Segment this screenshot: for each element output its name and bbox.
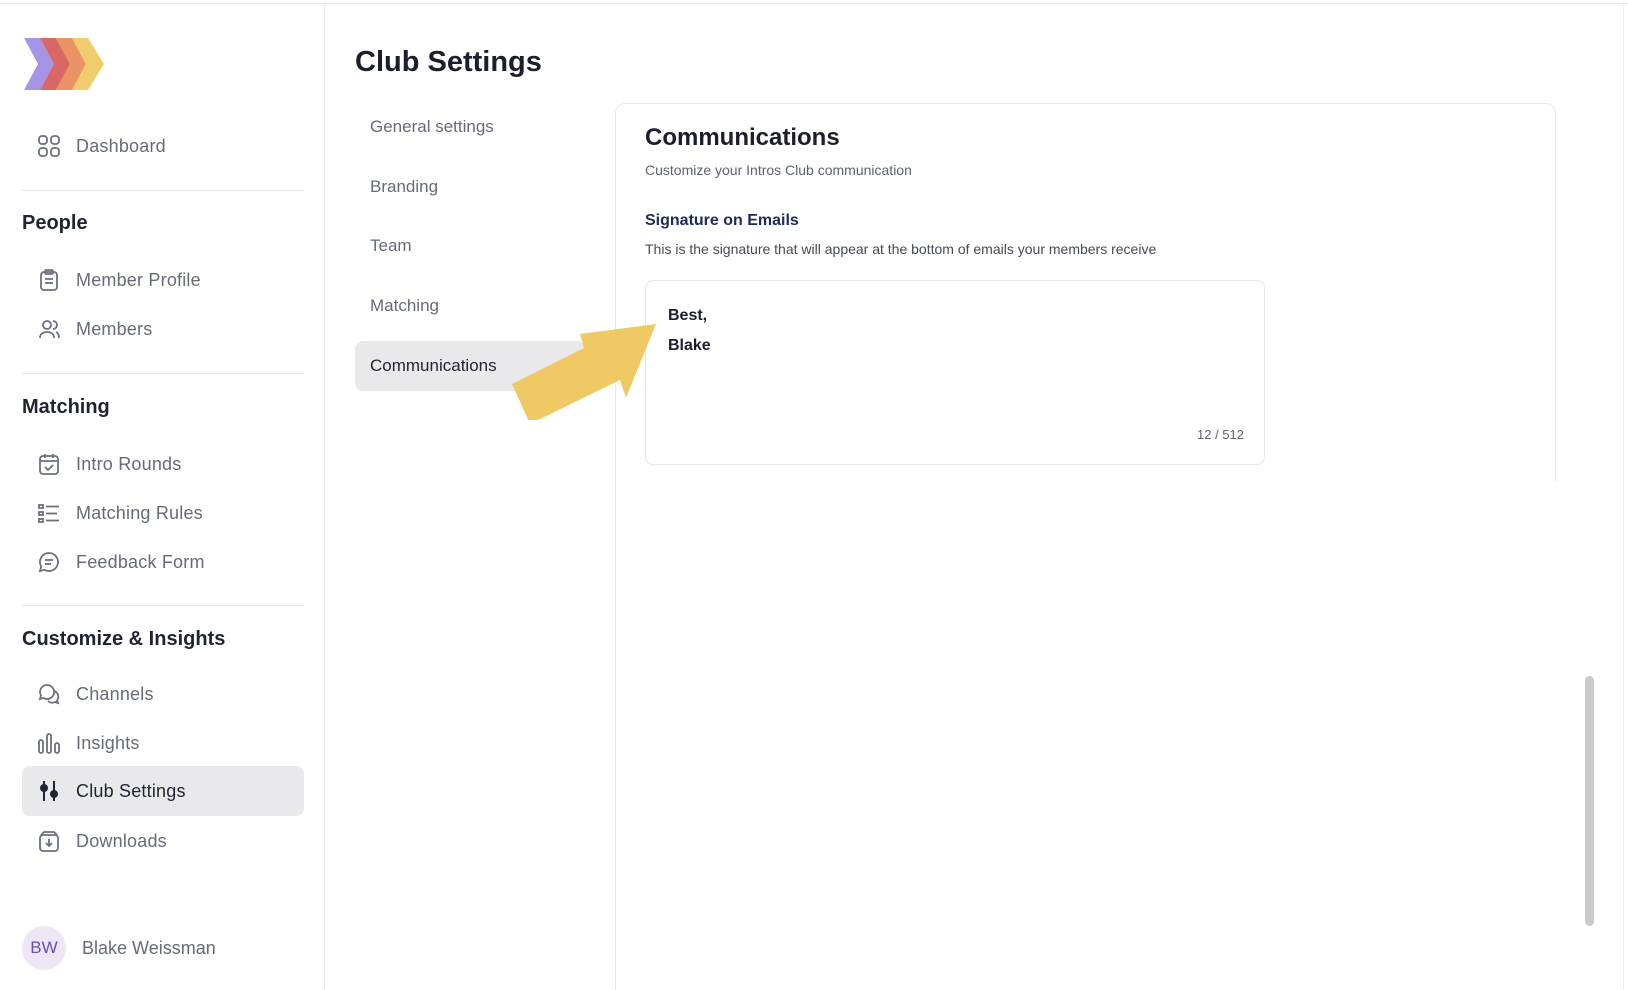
sidebar-item-feedback-form[interactable]: Feedback Form: [22, 537, 304, 587]
sidebar-item-intro-rounds[interactable]: Intro Rounds: [22, 439, 304, 489]
signature-line: Blake: [668, 337, 711, 354]
signature-description: This is the signature that will appear a…: [645, 241, 1157, 257]
user-profile[interactable]: BW Blake Weissman: [22, 926, 216, 970]
sidebar-item-label: Member Profile: [76, 269, 201, 290]
scrollbar[interactable]: [1585, 676, 1594, 926]
settings-tab-team[interactable]: Team: [355, 221, 585, 271]
signature-line: Best,: [668, 307, 708, 324]
settings-tab-communications[interactable]: Communications: [355, 341, 585, 391]
settings-tab-branding[interactable]: Branding: [355, 162, 585, 212]
sidebar-divider: [22, 373, 304, 374]
sidebar-item-matching-rules[interactable]: Matching Rules: [22, 488, 304, 538]
page-title: Club Settings: [355, 46, 542, 78]
logo[interactable]: [20, 34, 112, 94]
sidebar-item-members[interactable]: Members: [22, 304, 304, 354]
calendar-check-icon: [36, 451, 62, 477]
sidebar-item-label: Intro Rounds: [76, 453, 182, 474]
sidebar-item-dashboard[interactable]: Dashboard: [22, 121, 304, 171]
list-icon: [36, 500, 62, 526]
logo-chevrons-icon: [24, 38, 104, 90]
character-counter: 12 / 512: [1197, 427, 1244, 442]
settings-tab-matching[interactable]: Matching: [355, 281, 585, 331]
grid-icon: [36, 133, 62, 159]
sidebar-item-label: Members: [76, 318, 153, 339]
settings-tab-general[interactable]: General settings: [355, 102, 585, 152]
right-edge-border: [1623, 4, 1624, 990]
download-box-icon: [36, 828, 62, 854]
users-icon: [36, 316, 62, 342]
avatar: BW: [22, 926, 66, 970]
sidebar-item-insights[interactable]: Insights: [22, 718, 304, 768]
sidebar-item-club-settings[interactable]: Club Settings: [22, 766, 304, 816]
card-title: Communications: [645, 124, 840, 151]
bar-chart-icon: [36, 730, 62, 756]
card-fade-overlay: [616, 482, 1576, 990]
sidebar-item-member-profile[interactable]: Member Profile: [22, 255, 304, 305]
signature-title: Signature on Emails: [645, 212, 799, 229]
section-title-matching: Matching: [22, 396, 110, 418]
sidebar-item-label: Dashboard: [76, 135, 166, 156]
sidebar-item-label: Channels: [76, 683, 154, 704]
sidebar-item-label: Feedback Form: [76, 551, 205, 572]
chat-bubbles-icon: [36, 681, 62, 707]
section-title-customize: Customize & Insights: [22, 628, 226, 650]
sidebar-item-label: Club Settings: [76, 780, 186, 801]
user-name: Blake Weissman: [82, 937, 216, 958]
sliders-icon: [36, 778, 62, 804]
sidebar-item-channels[interactable]: Channels: [22, 669, 304, 719]
section-title-people: People: [22, 212, 88, 234]
sidebar-divider: [22, 605, 304, 606]
sidebar-item-label: Downloads: [76, 830, 167, 851]
card-subtitle: Customize your Intros Club communication: [645, 162, 912, 178]
sidebar-item-label: Matching Rules: [76, 502, 203, 523]
sidebar-item-downloads[interactable]: Downloads: [22, 816, 304, 866]
app-window: Dashboard People Member Profile Members …: [0, 0, 1628, 990]
message-icon: [36, 549, 62, 575]
sidebar-divider: [22, 190, 304, 191]
clipboard-icon: [36, 267, 62, 293]
signature-textarea[interactable]: Best, Blake 12 / 512: [645, 280, 1265, 465]
sidebar-item-label: Insights: [76, 732, 140, 753]
